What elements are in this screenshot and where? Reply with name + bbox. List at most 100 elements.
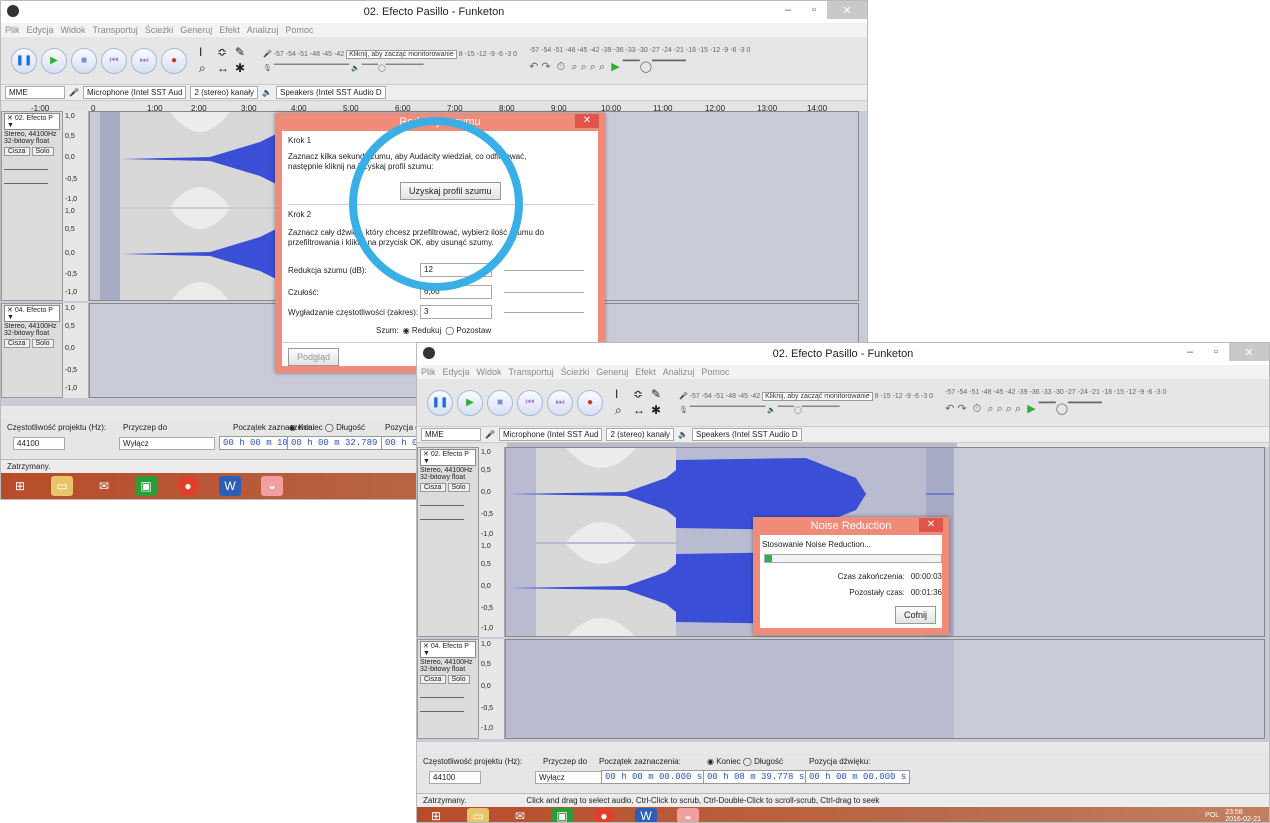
channels-select[interactable]: 2 (stereo) kanały bbox=[190, 86, 259, 99]
channels-select[interactable]: 2 (stereo) kanały bbox=[606, 428, 675, 441]
selection-tool-icon[interactable]: I bbox=[199, 45, 215, 59]
close-icon[interactable]: ✕ bbox=[827, 1, 867, 19]
mic-volume-slider[interactable]: 🎙 ▔▔▔▔▔▔▔▔▔▔▔▔▔▔ bbox=[679, 407, 765, 414]
menu-edit[interactable]: Edycja bbox=[443, 367, 470, 377]
menu-effect[interactable]: Efekt bbox=[219, 25, 240, 35]
menu-view[interactable]: Widok bbox=[477, 367, 502, 377]
pan-slider[interactable] bbox=[420, 702, 464, 712]
residue-radio[interactable]: ◯ Pozostaw bbox=[445, 326, 491, 335]
mic-select[interactable]: Microphone (Intel SST Aud bbox=[498, 428, 603, 441]
record-button[interactable]: ● bbox=[577, 389, 603, 416]
zoom-tool-icon[interactable]: ⌕ bbox=[199, 61, 215, 76]
skip-start-button[interactable]: ⏮ bbox=[517, 389, 543, 416]
play-button[interactable]: ▶ bbox=[41, 47, 67, 74]
draw-tool-icon[interactable]: ✎ bbox=[235, 45, 251, 59]
snap-to-select[interactable]: Wyłącz bbox=[119, 437, 215, 450]
mute-button[interactable]: Cisza bbox=[4, 339, 30, 348]
host-select[interactable]: MME bbox=[5, 86, 65, 99]
menu-analyze[interactable]: Analizuj bbox=[663, 367, 695, 377]
track-control-panel[interactable]: ✕ 02. Efecto P ▼ Stereo, 44100Hz 32-bito… bbox=[417, 447, 479, 637]
speaker-volume-slider[interactable]: 🔈 ▔▔▔◯▔▔▔▔▔▔▔ bbox=[351, 65, 423, 72]
pause-button[interactable]: ❚❚ bbox=[427, 389, 453, 416]
track-name-menu[interactable]: ✕ 02. Efecto P ▼ bbox=[4, 113, 60, 130]
menu-file[interactable]: Plik bbox=[421, 367, 436, 377]
solo-button[interactable]: Solo bbox=[447, 675, 470, 684]
project-rate-select[interactable]: 44100 bbox=[429, 771, 481, 784]
timeshift-tool-icon[interactable]: ↔ bbox=[633, 403, 649, 418]
noise-reduction-slider[interactable] bbox=[504, 270, 584, 271]
record-button[interactable]: ● bbox=[161, 47, 187, 74]
pan-slider[interactable] bbox=[420, 510, 464, 520]
track-name-menu[interactable]: ✕ 04. Efecto P ▼ bbox=[420, 641, 476, 658]
menu-analyze[interactable]: Analizuj bbox=[247, 25, 279, 35]
store-icon[interactable]: ▣ bbox=[135, 476, 157, 496]
selection-end-time[interactable]: 00 h 00 m 32.789 s bbox=[287, 436, 393, 450]
app-icon[interactable]: ✉ bbox=[93, 476, 115, 496]
skip-end-button[interactable]: ⏭ bbox=[131, 47, 157, 74]
timeshift-tool-icon[interactable]: ↔ bbox=[217, 61, 233, 76]
file-explorer-icon[interactable]: ▭ bbox=[467, 808, 489, 822]
mic-select[interactable]: Microphone (Intel SST Aud bbox=[82, 86, 187, 99]
skip-start-button[interactable]: ⏮ bbox=[101, 47, 127, 74]
solo-button[interactable]: Solo bbox=[447, 483, 470, 492]
draw-tool-icon[interactable]: ✎ bbox=[651, 387, 667, 401]
menu-help[interactable]: Pomoc bbox=[285, 25, 313, 35]
stop-button[interactable]: ■ bbox=[71, 47, 97, 74]
gain-slider[interactable] bbox=[4, 160, 48, 170]
close-icon[interactable]: ✕ bbox=[575, 114, 599, 128]
envelope-tool-icon[interactable]: ≎ bbox=[217, 45, 233, 59]
sensitivity-slider[interactable] bbox=[504, 292, 584, 293]
close-icon[interactable]: ✕ bbox=[919, 518, 943, 532]
smoothing-input[interactable]: 3 bbox=[420, 305, 492, 319]
word-icon[interactable]: W bbox=[635, 808, 657, 822]
monitor-button[interactable]: Kliknij, aby zacząć monitorowanie bbox=[346, 49, 457, 59]
gain-slider[interactable] bbox=[420, 496, 464, 506]
pause-button[interactable]: ❚❚ bbox=[11, 47, 37, 74]
app-icon[interactable]: ✉ bbox=[509, 808, 531, 823]
end-radio[interactable]: ◉ Koniec ◯ Długość bbox=[289, 423, 365, 432]
skip-end-button[interactable]: ⏭ bbox=[547, 389, 573, 416]
zoom-tool-icon[interactable]: ⌕ bbox=[615, 403, 631, 418]
solo-button[interactable]: Solo bbox=[31, 339, 54, 348]
cancel-button[interactable]: Cofnij bbox=[894, 606, 936, 624]
word-icon[interactable]: W bbox=[219, 476, 241, 496]
track-name-menu[interactable]: ✕ 02. Efecto P ▼ bbox=[420, 449, 476, 466]
menu-tracks[interactable]: Ścieżki bbox=[145, 25, 174, 35]
maximize-icon[interactable]: ▫ bbox=[801, 1, 827, 19]
project-rate-select[interactable]: 44100 bbox=[13, 437, 65, 450]
selection-tool-icon[interactable]: I bbox=[615, 387, 631, 401]
reduce-radio[interactable]: ◉ Redukuj bbox=[403, 326, 442, 335]
speaker-select[interactable]: Speakers (Intel SST Audio D bbox=[276, 86, 386, 99]
multi-tool-icon[interactable]: ✱ bbox=[235, 61, 251, 76]
preview-button[interactable]: Podgląd bbox=[288, 348, 340, 366]
menu-help[interactable]: Pomoc bbox=[701, 367, 729, 377]
gain-slider[interactable] bbox=[420, 688, 464, 698]
waveform-track-2[interactable] bbox=[505, 639, 1265, 739]
host-select[interactable]: MME bbox=[421, 428, 481, 441]
track-name-menu[interactable]: ✕ 04. Efecto P ▼ bbox=[4, 305, 60, 322]
multi-tool-icon[interactable]: ✱ bbox=[651, 403, 667, 418]
menu-edit[interactable]: Edycja bbox=[27, 25, 54, 35]
menu-tracks[interactable]: Ścieżki bbox=[561, 367, 590, 377]
minimize-icon[interactable]: – bbox=[775, 1, 801, 19]
menu-file[interactable]: Plik bbox=[5, 25, 20, 35]
tray-date[interactable]: 2016-02-21 bbox=[1225, 816, 1261, 823]
record-meter-icon[interactable]: 🎤 bbox=[263, 51, 272, 58]
file-explorer-icon[interactable]: ▭ bbox=[51, 476, 73, 496]
speaker-select[interactable]: Speakers (Intel SST Audio D bbox=[692, 428, 802, 441]
minimize-icon[interactable]: – bbox=[1177, 343, 1203, 361]
selection-start-time[interactable]: 00 h 00 m 00.000 s bbox=[601, 770, 707, 784]
windows-start-icon[interactable]: ⊞ bbox=[9, 476, 31, 496]
mute-button[interactable]: Cisza bbox=[420, 675, 446, 684]
tray-time[interactable]: 23:58 bbox=[1225, 809, 1261, 816]
pan-slider[interactable] bbox=[4, 174, 48, 184]
mute-button[interactable]: Cisza bbox=[420, 483, 446, 492]
chrome-icon[interactable]: ● bbox=[177, 476, 199, 496]
menu-generate[interactable]: Generuj bbox=[180, 25, 212, 35]
track-control-panel[interactable]: ✕ 02. Efecto P ▼ Stereo, 44100Hz 32-bito… bbox=[1, 111, 63, 301]
store-icon[interactable]: ▣ bbox=[551, 808, 573, 822]
end-radio[interactable]: ◉ Koniec ◯ Długość bbox=[707, 757, 783, 766]
track-control-panel-2[interactable]: ✕ 04. Efecto P ▼ Stereo, 44100Hz 32-bito… bbox=[1, 303, 63, 398]
smoothing-slider[interactable] bbox=[504, 312, 584, 313]
selection-end-time[interactable]: 00 h 08 m 39.778 s bbox=[703, 770, 809, 784]
